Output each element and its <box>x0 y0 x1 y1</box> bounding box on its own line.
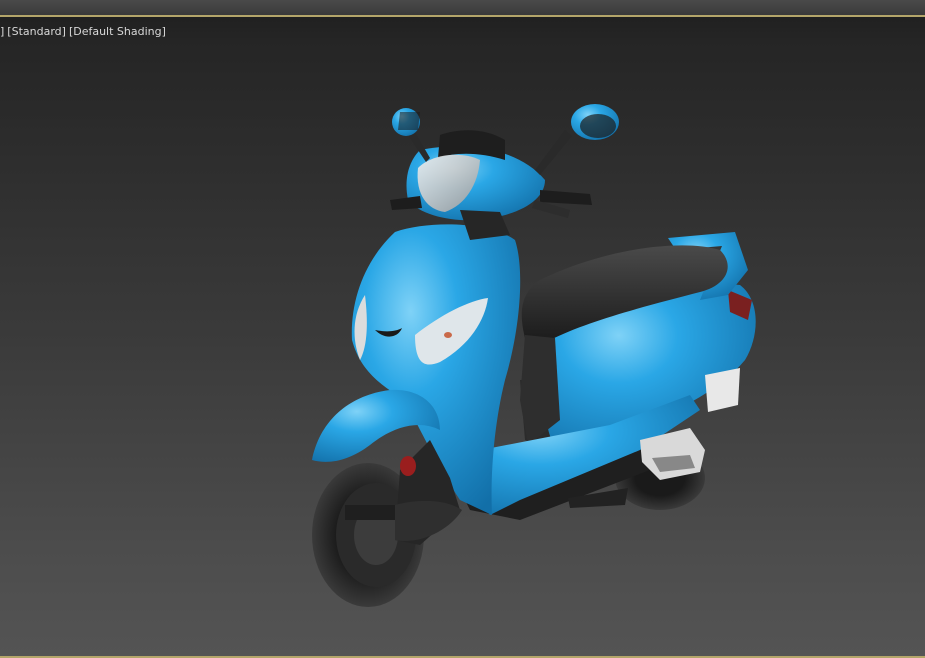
scooter-model[interactable] <box>0 0 925 658</box>
handlebar-cowl <box>406 130 545 240</box>
3d-viewport[interactable]: ] [Standard] [Default Shading] <box>0 0 925 658</box>
